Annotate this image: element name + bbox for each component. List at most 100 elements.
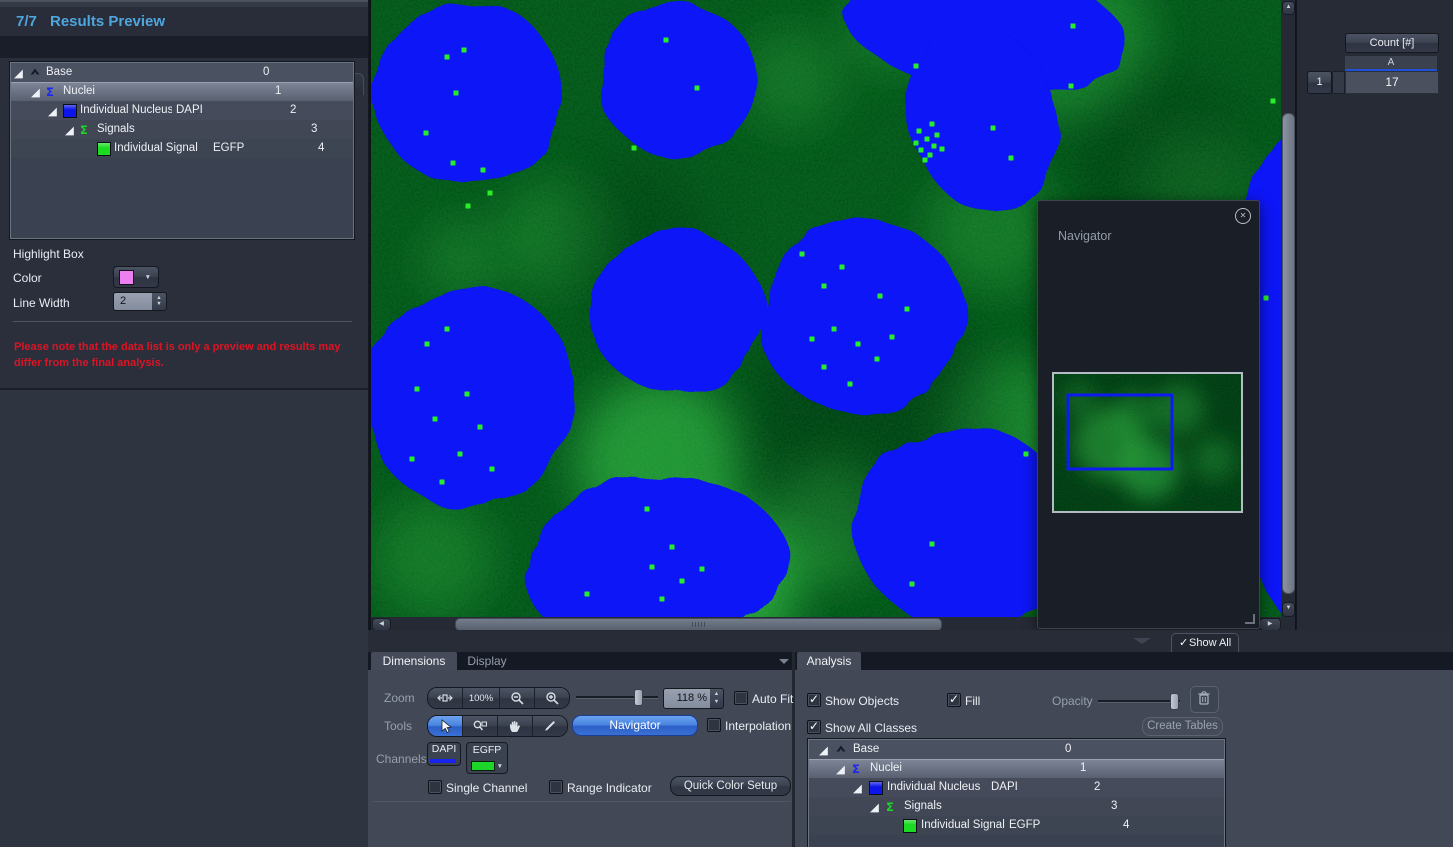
class-count: 1 — [275, 85, 281, 97]
class-tree-row-signals[interactable]: ◢ΣSignals3 — [11, 120, 353, 139]
scroll-down-button[interactable] — [1282, 602, 1295, 617]
zoom-out-icon — [509, 690, 525, 706]
navigator-toggle-button[interactable]: Navigator — [572, 715, 698, 736]
expander-icon[interactable]: ◢ — [31, 85, 40, 99]
delete-button[interactable] — [1190, 686, 1219, 713]
show-all-toggle[interactable]: Show All — [1171, 633, 1239, 653]
scroll-up-button[interactable] — [1282, 1, 1295, 15]
sigma-green-icon: Σ — [886, 800, 894, 814]
zoom-in-button[interactable] — [535, 688, 569, 708]
row-index-cell[interactable]: 1 — [1307, 71, 1332, 94]
class-count: 4 — [1123, 819, 1129, 831]
sigma-green-icon: Σ — [80, 123, 88, 137]
expander-icon[interactable]: ◢ — [853, 781, 862, 795]
zoom-out-button[interactable] — [500, 688, 535, 708]
preview-warning-line2: differ from the final analysis. — [14, 357, 164, 369]
show-objects-checkbox[interactable] — [807, 693, 821, 707]
highlight-color-picker[interactable]: ▼ — [113, 266, 159, 288]
class-count: 0 — [263, 66, 269, 78]
navigator-thumbnail[interactable] — [1052, 372, 1243, 513]
opacity-slider-handle[interactable] — [1170, 693, 1179, 710]
resize-grip[interactable] — [1245, 614, 1255, 624]
class-tree-row-base[interactable]: ◢Base0 — [11, 63, 353, 82]
back-band: Back — [0, 36, 368, 58]
color-swatch — [119, 270, 134, 285]
class-count: 0 — [1065, 743, 1071, 755]
tab-display[interactable]: Display — [457, 652, 517, 670]
pan-tool-button[interactable] — [498, 716, 533, 736]
show-all-classes-checkbox[interactable] — [807, 720, 821, 734]
divider — [373, 801, 791, 802]
collapse-triangle-icon[interactable] — [1133, 638, 1151, 644]
tools-button-group — [427, 715, 568, 737]
zoom-100-button[interactable]: 100% — [463, 688, 500, 708]
chevron-down-icon: ▼ — [497, 763, 503, 770]
close-icon[interactable] — [1235, 208, 1251, 224]
tab-dimensions[interactable]: Dimensions — [371, 652, 457, 670]
panel-menu-icon[interactable] — [779, 659, 789, 664]
zoom-region-tool-button[interactable] — [463, 716, 498, 736]
cursor-arrow-icon — [438, 718, 453, 734]
count-value-cell[interactable]: 17 — [1345, 71, 1439, 94]
navigator-flyout: Navigator — [1037, 200, 1260, 629]
interpolation-checkbox[interactable] — [707, 718, 721, 732]
class-tree-row-individual-signal[interactable]: Individual SignalEGFP4 — [809, 816, 1224, 835]
class-tree-row-individual-nucleus[interactable]: ◢Individual NucleusDAPI2 — [809, 778, 1224, 797]
zoom-slider-handle[interactable] — [634, 689, 643, 706]
fit-view-button[interactable] — [428, 688, 463, 708]
root-class-icon — [835, 743, 847, 754]
class-tree-row-individual-nucleus[interactable]: ◢Individual NucleusDAPI2 — [11, 101, 353, 120]
zoom-slider[interactable] — [576, 689, 658, 705]
channel-dapi-button[interactable]: DAPI — [427, 742, 461, 766]
auto-fit-checkbox[interactable] — [734, 691, 748, 705]
channel-egfp-button[interactable]: EGFP ▼ — [466, 742, 508, 774]
expander-icon[interactable]: ◢ — [870, 800, 879, 814]
class-tree-row-base[interactable]: ◢Base0 — [809, 740, 1224, 759]
tools-label: Tools — [384, 719, 412, 733]
vertical-scrollbar[interactable] — [1281, 0, 1295, 617]
single-channel-checkbox[interactable] — [428, 780, 442, 794]
class-tree-row-individual-signal[interactable]: Individual SignalEGFP4 — [11, 139, 353, 158]
tab-analysis[interactable]: Analysis — [797, 652, 861, 670]
expander-icon[interactable]: ◢ — [65, 123, 74, 137]
line-width-input[interactable]: 2 — [113, 292, 153, 311]
square-blue-icon — [869, 781, 883, 795]
wizard-header: 7/7 Results Preview — [0, 7, 368, 36]
expander-icon[interactable]: ◢ — [48, 104, 57, 118]
expander-icon[interactable]: ◢ — [819, 743, 828, 757]
class-label: Nuclei — [870, 762, 902, 774]
vertical-scroll-thumb[interactable] — [1282, 113, 1295, 594]
count-column-header[interactable]: Count [#] — [1345, 33, 1439, 53]
zoom-region-icon — [472, 718, 488, 734]
class-tree-row-signals[interactable]: ◢ΣSignals3 — [809, 797, 1224, 816]
highlight-box-title: Highlight Box — [13, 247, 84, 261]
zoom-percent-stepper[interactable]: ▲▼ — [710, 688, 724, 709]
range-indicator-label: Range Indicator — [567, 781, 652, 795]
zoom-in-icon — [544, 690, 560, 706]
row-selector-cell[interactable] — [1332, 71, 1345, 94]
zoom-percent-input[interactable]: 118 % — [663, 688, 712, 709]
interpolation-label: Interpolation — [725, 719, 791, 733]
create-tables-button[interactable]: Create Tables — [1142, 717, 1223, 736]
fill-checkbox[interactable] — [947, 693, 961, 707]
column-a-header[interactable]: A — [1345, 56, 1437, 71]
color-label: Color — [13, 271, 42, 285]
picker-tool-button[interactable] — [533, 716, 567, 736]
select-tool-button[interactable] — [428, 716, 463, 736]
opacity-slider[interactable] — [1098, 693, 1180, 709]
quick-color-setup-button[interactable]: Quick Color Setup — [670, 776, 791, 796]
auto-fit-label: Auto Fit — [752, 692, 793, 706]
class-tree: ◢Base0◢ΣNuclei1◢Individual NucleusDAPI2◢… — [10, 62, 354, 239]
sidebar-empty-area — [0, 390, 368, 847]
class-tree-row-nuclei[interactable]: ◢ΣNuclei1 — [11, 82, 353, 101]
square-blue-icon — [63, 104, 77, 118]
panel-splitter[interactable] — [792, 652, 795, 847]
page-title: Results Preview — [50, 13, 165, 30]
range-indicator-checkbox[interactable] — [549, 780, 563, 794]
line-width-stepper[interactable]: ▲▼ — [152, 292, 167, 311]
expander-icon[interactable]: ◢ — [14, 66, 23, 80]
class-count: 3 — [311, 123, 317, 135]
expander-icon[interactable]: ◢ — [836, 762, 845, 776]
class-tree-row-nuclei[interactable]: ◢ΣNuclei1 — [809, 759, 1224, 778]
channel-egfp-label: EGFP — [467, 744, 507, 756]
